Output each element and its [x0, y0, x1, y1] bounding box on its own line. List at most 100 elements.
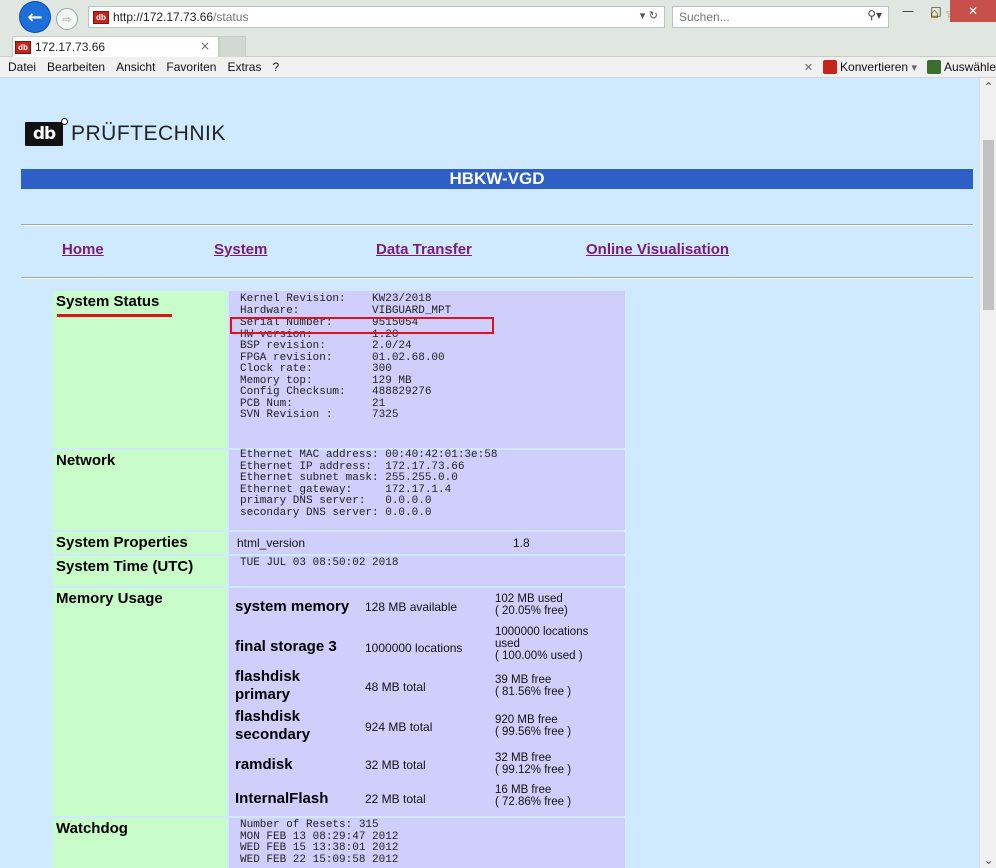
label-watchdog-text: Watchdog [56, 820, 128, 837]
scroll-thumb[interactable] [983, 140, 994, 310]
memory-name: system memory [235, 598, 350, 615]
label-memory-usage: Memory Usage [53, 588, 227, 816]
row-memory-usage: Memory Usage system memory 128 MB availa… [53, 588, 625, 816]
memory-total: 128 MB available [365, 600, 458, 614]
label-system-time-text: System Time (UTC) [56, 558, 194, 575]
tab-strip: db 172.17.73.66 × [0, 34, 996, 58]
memory-name: flashdisk secondary [235, 708, 311, 743]
system-status-lines-1: Kernel Revision: KW23/2018 Hardware: VIB… [240, 293, 452, 317]
menu-bearbeiten[interactable]: Bearbeiten [47, 60, 105, 74]
property-value: 1.8 [513, 536, 530, 550]
divider-top [21, 224, 973, 226]
scroll-down-icon[interactable]: ⌄ [980, 851, 996, 868]
menu-bar: Datei Bearbeiten Ansicht Favoriten Extra… [0, 57, 996, 78]
value-system-status: Kernel Revision: KW23/2018 Hardware: VIB… [229, 291, 625, 448]
refresh-icon[interactable]: ▾ ↻ [640, 9, 658, 22]
vertical-scrollbar[interactable]: ⌃ ⌄ [979, 78, 996, 868]
nav-online-visualisation[interactable]: Online Visualisation [586, 241, 729, 258]
memory-total: 22 MB total [365, 792, 426, 806]
value-system-properties: html_version 1.8 [229, 532, 625, 554]
memory-name: InternalFlash [235, 790, 329, 807]
menubar-right: ✕ Konvertieren ▾ Auswähle [804, 57, 996, 77]
search-icon[interactable]: ⚲▾ [867, 8, 882, 22]
memory-used: 920 MB free ( 99.56% free ) [495, 714, 572, 738]
network-lines: Ethernet MAC address: 00:40:42:01:3e:58 … [240, 449, 498, 519]
memory-used: 39 MB free ( 81.56% free ) [495, 674, 572, 698]
menu-ansicht[interactable]: Ansicht [116, 60, 155, 74]
row-system-properties: System Properties html_version 1.8 [53, 532, 625, 554]
toolbar-close-icon[interactable]: ✕ [804, 61, 813, 74]
nav-system[interactable]: System [214, 241, 267, 258]
label-memory-usage-text: Memory Usage [56, 590, 163, 607]
memory-used: 102 MB used ( 20.05% free) [495, 593, 568, 617]
label-network: Network [53, 450, 227, 530]
logo-mark-text: db [32, 124, 56, 144]
tab-favicon-icon: db [15, 40, 31, 54]
logo-dot [61, 118, 68, 125]
menu-extras[interactable]: Extras [227, 60, 261, 74]
memory-total: 924 MB total [365, 720, 433, 734]
menu-help[interactable]: ? [272, 60, 279, 74]
label-system-time: System Time (UTC) [53, 556, 227, 586]
chevron-down-icon: ▾ [911, 60, 917, 74]
minimize-icon[interactable]: — [894, 0, 922, 22]
label-system-properties-text: System Properties [56, 534, 188, 551]
value-system-time: TUE JUL 03 08:50:02 2018 [229, 556, 625, 586]
search-box[interactable]: ⚲▾ [672, 6, 889, 28]
tab-title: 172.17.73.66 [35, 40, 106, 54]
back-button[interactable]: ← [20, 2, 50, 32]
url-path: /status [213, 10, 249, 24]
memory-used: 16 MB free ( 72.86% free ) [495, 784, 572, 808]
pdf-convert-icon [823, 60, 838, 75]
select-button[interactable]: Auswähle [926, 59, 996, 75]
row-network: Network Ethernet MAC address: 00:40:42:0… [53, 449, 625, 530]
value-watchdog: Number of Resets: 315 MON FEB 13 08:29:4… [229, 818, 625, 868]
new-tab-button[interactable] [219, 36, 246, 58]
row-system-time: System Time (UTC) TUE JUL 03 08:50:02 20… [53, 556, 625, 586]
memory-name: ramdisk [235, 756, 293, 773]
property-key: html_version [237, 536, 306, 550]
memory-total: 32 MB total [365, 758, 426, 772]
address-bar[interactable]: db http://172.17.73.66/status ▾ ↻ [88, 6, 665, 28]
scroll-up-icon[interactable]: ⌃ [980, 78, 996, 95]
nav-data-transfer[interactable]: Data Transfer [376, 241, 472, 258]
value-network: Ethernet MAC address: 00:40:42:01:3e:58 … [229, 449, 625, 530]
memory-name: flashdisk primary [235, 668, 301, 703]
select-label: Auswähle [943, 59, 996, 74]
property-row: html_version 1.8 [229, 532, 625, 550]
memory-used: 1000000 locations used ( 100.00% used ) [495, 626, 589, 662]
forward-button[interactable]: ⇨ [56, 8, 78, 30]
watchdog-lines: Number of Resets: 315 MON FEB 13 08:29:4… [240, 819, 399, 866]
system-time-value: TUE JUL 03 08:50:02 2018 [240, 557, 399, 569]
row-watchdog: Watchdog Number of Resets: 315 MON FEB 1… [53, 818, 625, 868]
memory-total: 48 MB total [365, 680, 426, 694]
memory-name: final storage 3 [235, 638, 337, 655]
convert-button[interactable]: Konvertieren ▾ [823, 60, 917, 75]
label-system-properties: System Properties [53, 532, 227, 554]
value-memory-usage: system memory 128 MB available 102 MB us… [229, 588, 625, 816]
menu-favoriten[interactable]: Favoriten [166, 60, 216, 74]
logo-text: PRÜFTECHNIK [71, 122, 226, 145]
pruftechnik-logo: db PRÜFTECHNIK [25, 118, 226, 146]
tab-current[interactable]: db 172.17.73.66 × [12, 36, 219, 57]
memory-total: 1000000 locations [365, 641, 463, 655]
memory-used: 32 MB free ( 99.12% free ) [495, 752, 572, 776]
maximize-icon[interactable]: □ [922, 0, 950, 22]
site-favicon-icon: db [93, 10, 109, 24]
window-controls: — □ ✕ [894, 0, 996, 22]
nav-home[interactable]: Home [62, 241, 104, 258]
label-network-text: Network [56, 452, 116, 469]
logo-mark: db [25, 118, 68, 146]
select-icon [926, 60, 941, 75]
menu-datei[interactable]: Datei [8, 60, 36, 74]
device-name-banner: HBKW-VGD [21, 169, 973, 189]
label-system-status-text: System Status [56, 293, 160, 310]
page-viewport: db PRÜFTECHNIK HBKW-VGD Home System Data… [0, 78, 979, 868]
search-input[interactable] [673, 9, 861, 25]
label-watchdog: Watchdog [53, 818, 227, 868]
close-window-icon[interactable]: ✕ [950, 0, 996, 22]
convert-label: Konvertieren [840, 59, 909, 74]
tab-close-icon[interactable]: × [200, 39, 210, 53]
divider-bottom [21, 277, 973, 279]
browser-titlebar: ← ⇨ db http://172.17.73.66/status ▾ ↻ ⚲▾… [0, 0, 996, 34]
